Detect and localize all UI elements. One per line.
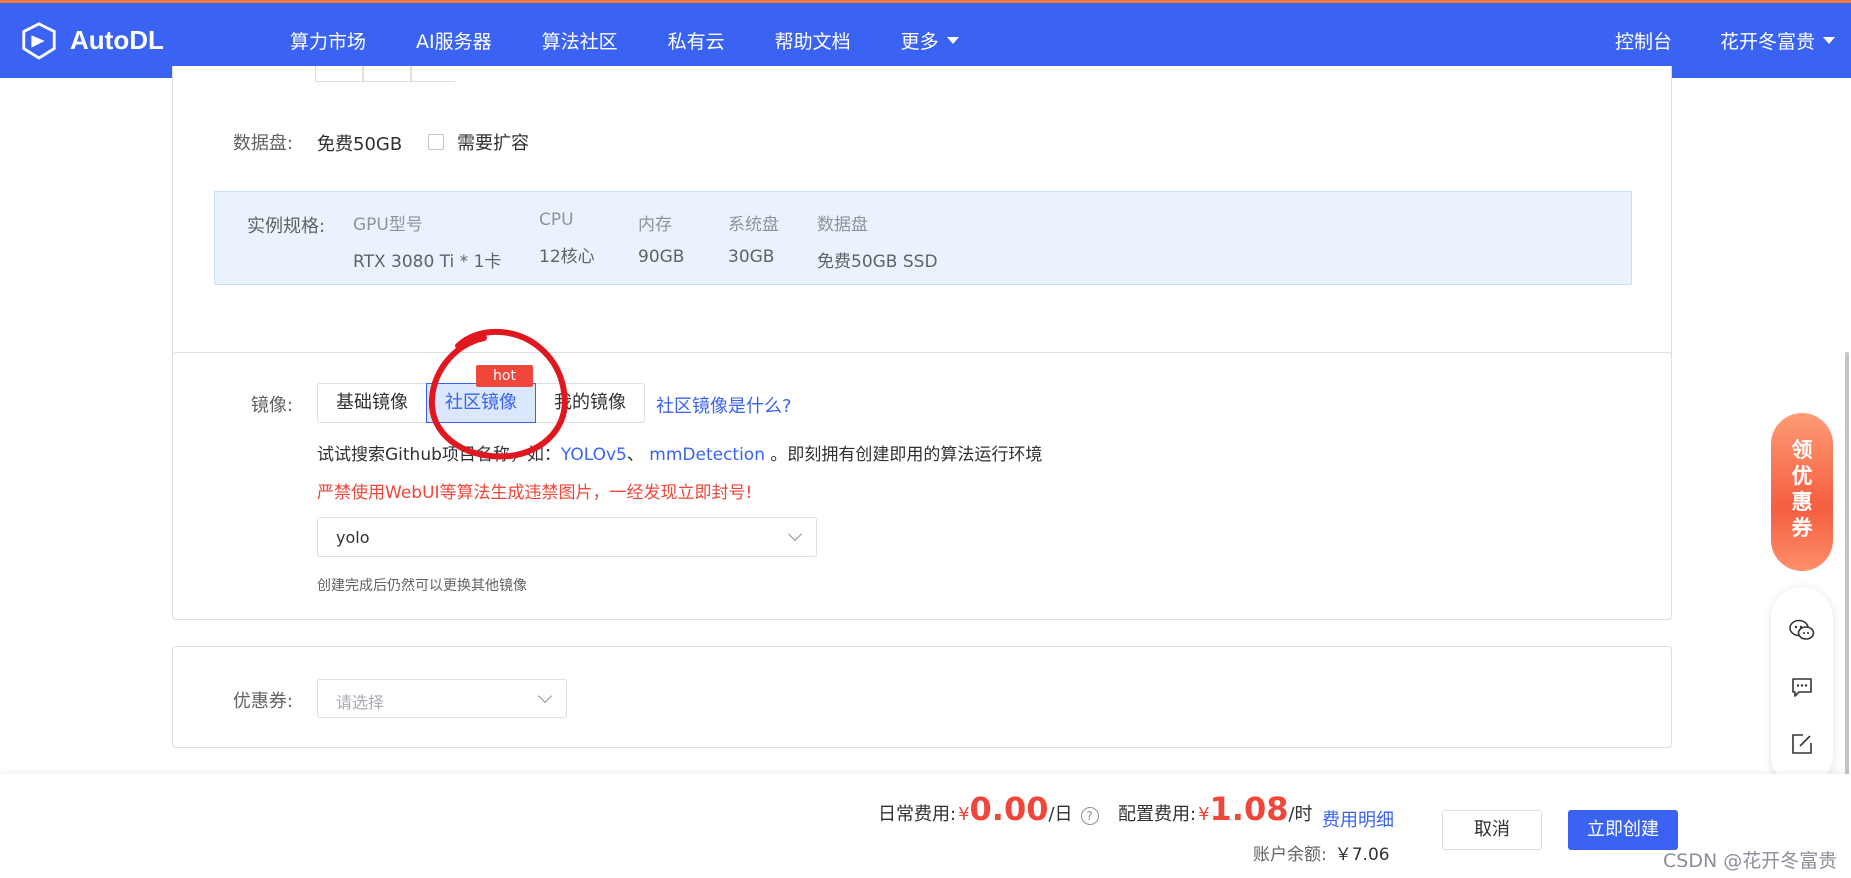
- tab-community-image[interactable]: 社区镜像: [426, 383, 536, 423]
- coupon-select-placeholder: 请选择: [336, 693, 385, 712]
- chevron-down-icon: [1823, 37, 1835, 44]
- spec-cpu-value: 12核心: [539, 247, 595, 267]
- account-balance: 账户余额: ￥7.06: [1253, 840, 1390, 865]
- coupon-label: 优惠券:: [232, 691, 293, 712]
- tab-my-image[interactable]: 我的镜像: [535, 383, 645, 423]
- daily-fee-label: 日常费用:: [878, 804, 957, 825]
- chevron-down-icon: [537, 688, 553, 704]
- autodl-logo-icon: [22, 21, 56, 60]
- prohibited-use-warning: 严禁使用WebUI等算法生成违禁图片，一经发现立即封号!: [317, 483, 753, 503]
- image-search-hint: 试试搜索Github项目名称，如：YOLOv5、 mmDetection 。即刻…: [317, 440, 1042, 465]
- daily-fee: 日常费用: ¥ 0.00 /日 ?: [878, 790, 1099, 828]
- nav-more-label: 更多: [900, 31, 939, 53]
- spec-gpu: GPU型号 RTX 3080 Ti * 1卡: [353, 210, 501, 272]
- nav-algorithm-community[interactable]: 算法社区: [542, 27, 618, 54]
- main-nav: 算力市场 AI服务器 算法社区 私有云 帮助文档 更多: [290, 27, 1009, 54]
- fee-footer: 日常费用: ¥ 0.00 /日 ? 配置费用: ¥ 1.08 /时 费用明细 账…: [0, 774, 1851, 878]
- expand-checkbox[interactable]: [428, 134, 444, 150]
- gpu-count-row-clipped: [215, 66, 455, 90]
- expand-checkbox-label[interactable]: 需要扩容: [457, 129, 529, 155]
- image-label: 镜像:: [250, 395, 293, 416]
- spec-system-disk-header: 系统盘: [728, 215, 779, 235]
- hint-link-yolov5[interactable]: YOLOv5: [561, 445, 627, 465]
- config-fee-label: 配置费用:: [1118, 804, 1197, 825]
- chevron-down-icon: [787, 526, 803, 542]
- page-scrollbar[interactable]: [1845, 352, 1849, 792]
- daily-fee-currency: ¥: [958, 804, 970, 825]
- community-image-help-link[interactable]: 社区镜像是什么?: [656, 392, 792, 418]
- floating-sidebar: 领 优 惠 券: [1771, 413, 1833, 787]
- image-search-select[interactable]: yolo: [317, 517, 817, 557]
- image-card: 镜像: 基础镜像 社区镜像 我的镜像 hot 社区镜像是什么? 试试搜索Gith…: [172, 352, 1672, 620]
- spec-data-disk: 数据盘 免费50GB SSD: [817, 210, 938, 272]
- image-tabs: 基础镜像 社区镜像 我的镜像: [317, 383, 645, 423]
- wechat-icon[interactable]: [1787, 615, 1817, 645]
- daily-fee-unit: /日: [1048, 804, 1073, 825]
- image-change-note: 创建完成后仍然可以更换其他镜像: [317, 578, 527, 594]
- config-fee: 配置费用: ¥ 1.08 /时: [1118, 790, 1313, 828]
- promo-char-3: 惠: [1791, 490, 1813, 514]
- balance-label: 账户余额:: [1253, 845, 1327, 865]
- config-fee-currency: ¥: [1198, 804, 1210, 825]
- cancel-button[interactable]: 取消: [1442, 810, 1542, 850]
- data-disk-row: 数据盘: 免费50GB 需要扩容: [173, 126, 1671, 156]
- hint-link-mmdetection[interactable]: mmDetection: [649, 445, 765, 465]
- brand-name: AutoDL: [70, 25, 164, 55]
- coupon-select[interactable]: 请选择: [317, 679, 567, 718]
- brand-logo[interactable]: AutoDL: [20, 21, 250, 60]
- spec-cpu-header: CPU: [539, 210, 574, 230]
- sidebar-tools: [1771, 587, 1833, 787]
- spec-memory: 内存 90GB: [638, 210, 684, 267]
- spec-gpu-header: GPU型号: [353, 215, 423, 235]
- promo-char-2: 优: [1791, 464, 1813, 488]
- daily-fee-amount: 0.00: [969, 790, 1049, 828]
- nav-compute-market[interactable]: 算力市场: [290, 27, 366, 54]
- help-question-icon[interactable]: ?: [1080, 807, 1099, 825]
- spec-gpu-value: RTX 3080 Ti * 1卡: [353, 252, 502, 272]
- csdn-watermark: CSDN @花开冬富贵: [1663, 850, 1838, 872]
- spec-memory-header: 内存: [638, 215, 672, 235]
- spec-system-disk: 系统盘 30GB: [728, 210, 779, 267]
- promo-char-4: 券: [1791, 516, 1813, 540]
- hint-suffix: 。即刻拥有创建即用的算法运行环境: [765, 445, 1043, 465]
- user-name: 花开冬富贵: [1719, 31, 1815, 53]
- spec-data-disk-header: 数据盘: [817, 215, 868, 235]
- spec-memory-value: 90GB: [638, 247, 685, 267]
- fee-detail-link[interactable]: 费用明细: [1322, 806, 1394, 832]
- instance-spec-box: 实例规格: GPU型号 RTX 3080 Ti * 1卡 CPU 12核心 内存…: [214, 191, 1632, 285]
- gpu-count-selector[interactable]: [315, 66, 455, 82]
- user-menu[interactable]: 花开冬富贵: [1720, 27, 1835, 54]
- nav-console[interactable]: 控制台: [1615, 27, 1672, 54]
- main-content: 数据盘: 免费50GB 需要扩容 实例规格: GPU型号 RTX 3080 Ti…: [0, 66, 1851, 774]
- hint-prefix: 试试搜索Github项目名称，如：: [317, 445, 561, 465]
- nav-more[interactable]: 更多: [901, 27, 959, 54]
- data-disk-value: 免费50GB: [317, 134, 403, 155]
- coupon-card: 优惠券: 请选择: [172, 646, 1672, 748]
- tab-base-image[interactable]: 基础镜像: [317, 383, 427, 423]
- chevron-down-icon: [946, 37, 959, 44]
- spec-data-disk-value: 免费50GB SSD: [817, 252, 938, 272]
- nav-help-docs[interactable]: 帮助文档: [775, 27, 851, 54]
- hot-badge: hot: [476, 365, 533, 387]
- spec-system-disk-value: 30GB: [728, 247, 775, 267]
- data-disk-label: 数据盘:: [232, 133, 293, 154]
- promo-char-1: 领: [1791, 438, 1813, 462]
- balance-value: ￥7.06: [1334, 845, 1390, 865]
- spec-label: 实例规格:: [247, 216, 326, 237]
- config-fee-unit: /时: [1288, 804, 1313, 825]
- image-select-value: yolo: [336, 528, 370, 547]
- config-fee-amount: 1.08: [1209, 790, 1289, 828]
- nav-ai-server[interactable]: AI服务器: [416, 27, 492, 54]
- nav-private-cloud[interactable]: 私有云: [668, 27, 725, 54]
- edit-icon[interactable]: [1787, 729, 1817, 759]
- coupon-promo-button[interactable]: 领 优 惠 券: [1771, 413, 1833, 571]
- spec-cpu: CPU 12核心: [539, 210, 595, 267]
- hint-separator: 、: [626, 445, 650, 465]
- create-now-button[interactable]: 立即创建: [1568, 810, 1678, 850]
- message-icon[interactable]: [1787, 672, 1817, 702]
